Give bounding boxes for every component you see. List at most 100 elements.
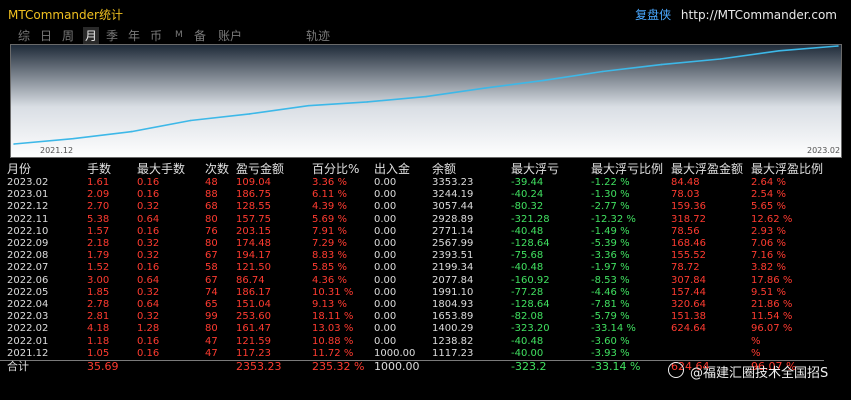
- cell-month: 2022.06: [7, 274, 49, 286]
- cell-trades: 99: [205, 311, 218, 323]
- cell-max-lots: 1.28: [137, 323, 160, 335]
- column-header-balance[interactable]: 余额: [425, 160, 504, 177]
- table-row[interactable]: 2021.12 1.05 0.16 47 117.23 11.72 % 1000.00 111…: [0, 348, 824, 361]
- table-row[interactable]: 2022.04 2.78 0.64 65 151.04 9.13 % 0.00 1804.93…: [0, 299, 824, 311]
- tab-day[interactable]: 日: [40, 27, 52, 44]
- table-row[interactable]: 2022.07 1.52 0.16 58 121.50 5.85 % 0.00 2199.34…: [0, 262, 824, 274]
- balance-chart-svg: 2021.12 2023.02: [10, 44, 842, 158]
- weibo-logo-icon: [668, 362, 684, 378]
- cell-max-float-profit-pct: 3.82 %: [751, 262, 786, 274]
- cell-max-lots: 0.16: [137, 335, 160, 347]
- column-header-max-drawdown[interactable]: 最大浮亏: [504, 160, 584, 177]
- cell-max-float-profit-pct: 2.54 %: [751, 189, 786, 201]
- cell-percent: 7.91 %: [312, 225, 347, 237]
- cell-deposit: 0.00: [374, 311, 397, 323]
- column-header-deposit[interactable]: 出入金: [367, 160, 425, 177]
- cell-max-drawdown-pct: -3.36 %: [591, 250, 630, 262]
- balance-point: [542, 79, 545, 82]
- brand[interactable]: 复盘侠 http://MTCommander.com: [635, 6, 837, 23]
- tab-currency[interactable]: 币: [150, 27, 162, 44]
- app-title: MTCommander统计: [8, 8, 123, 22]
- column-header-month[interactable]: 月份: [0, 160, 80, 177]
- table-row[interactable]: 2022.03 2.81 0.32 99 253.60 18.11 % 0.00 1653.8…: [0, 311, 824, 323]
- cell-max-float-profit-pct: 2.93 %: [751, 225, 786, 237]
- cell-max-lots: 0.16: [137, 225, 160, 237]
- cell-profit: 121.50: [236, 262, 272, 274]
- cell-max-float-profit-pct: %: [751, 335, 761, 347]
- cell-month: 2022.01: [7, 335, 49, 347]
- cell-max-drawdown: -80.32: [511, 201, 544, 213]
- column-header-lots[interactable]: 手数: [80, 160, 130, 177]
- cell-trades: 67: [205, 250, 218, 262]
- cell-lots: 1.57: [87, 225, 110, 237]
- cell-max-lots: 0.64: [137, 213, 160, 225]
- column-header-max-drawdown-pct[interactable]: 最大浮亏比例: [584, 160, 664, 177]
- cell-percent: 11.72 %: [312, 347, 354, 359]
- cell-balance: 3057.44: [432, 201, 474, 213]
- table-row[interactable]: 2023.02 1.61 0.16 48 109.04 3.36 % 0.00 3353.23…: [0, 177, 824, 189]
- table-row[interactable]: 2022.10 1.57 0.16 76 203.15 7.91 % 0.00 2771.14…: [0, 226, 824, 238]
- cell-lots: 2.78: [87, 298, 110, 310]
- cell-lots: 4.18: [87, 323, 110, 335]
- total-lots: 35.69: [80, 359, 130, 373]
- balance-point: [307, 104, 310, 107]
- cell-trades: 80: [205, 323, 218, 335]
- column-header-max-float-profit[interactable]: 最大浮盈金额: [664, 160, 744, 177]
- cell-profit: 151.04: [236, 298, 272, 310]
- tab-notes[interactable]: 备: [194, 27, 206, 44]
- cell-month: 2022.11: [7, 213, 49, 225]
- table-row[interactable]: 2022.08 1.79 0.32 67 194.17 8.83 % 0.00 2393.51…: [0, 250, 824, 262]
- tab-year[interactable]: 年: [128, 27, 140, 44]
- cell-max-float-profit: 318.72: [671, 213, 707, 225]
- cell-month: 2023.01: [7, 189, 49, 201]
- cell-max-lots: 0.32: [137, 201, 160, 213]
- tab-month[interactable]: 月: [83, 27, 100, 44]
- table-row[interactable]: 2023.01 2.09 0.16 88 186.75 6.11 % 0.00 3244.19…: [0, 189, 824, 201]
- table-row[interactable]: 2022.09 2.18 0.32 80 174.48 7.29 % 0.00 2567.99…: [0, 238, 824, 250]
- column-header-profit[interactable]: 盈亏金额: [229, 160, 305, 177]
- cell-profit: 109.04: [236, 177, 272, 189]
- tab-m[interactable]: M: [175, 30, 183, 40]
- table-row[interactable]: 2022.01 1.18 0.16 47 121.59 10.88 % 0.00 1238.8…: [0, 335, 824, 347]
- cell-deposit: 0.00: [374, 286, 397, 298]
- table-header-row: 月份 手数 最大手数 次数 盈亏金额 百分比% 出入金 余额 最大浮亏 最大浮亏比例 最大浮盈金额最…: [0, 160, 824, 177]
- cell-trades: 47: [205, 347, 218, 359]
- cell-lots: 1.18: [87, 335, 110, 347]
- cell-month: 2022.03: [7, 311, 49, 323]
- column-header-max-lots[interactable]: 最大手数: [130, 160, 198, 177]
- cell-max-float-profit-pct: 9.51 %: [751, 286, 786, 298]
- cell-profit: 128.55: [236, 201, 272, 213]
- table-row[interactable]: 2022.12 2.70 0.32 68 128.55 4.39 % 0.00 3057.44…: [0, 201, 824, 213]
- cell-max-drawdown: -82.08: [511, 311, 544, 323]
- tab-week[interactable]: 周: [62, 27, 74, 44]
- cell-balance: 2077.84: [432, 274, 474, 286]
- column-header-max-float-profit-pct[interactable]: 最大浮盈比例: [744, 160, 824, 177]
- cell-deposit: 0.00: [374, 238, 397, 250]
- cell-max-drawdown-pct: -1.30 %: [591, 189, 630, 201]
- tab-comprehensive[interactable]: 综: [18, 27, 30, 44]
- tab-quarter[interactable]: 季: [106, 27, 118, 44]
- cell-max-float-profit-pct: 17.86 %: [751, 274, 793, 286]
- column-header-percent[interactable]: 百分比%: [305, 160, 367, 177]
- cell-trades: 58: [205, 262, 218, 274]
- cell-max-lots: 0.32: [137, 286, 160, 298]
- brand-name[interactable]: 复盘侠: [635, 8, 671, 22]
- cell-max-drawdown-pct: -12.32 %: [591, 213, 636, 225]
- cell-max-drawdown-pct: -1.49 %: [591, 225, 630, 237]
- column-header-trades[interactable]: 次数: [198, 160, 229, 177]
- total-trades: [198, 359, 230, 373]
- cell-trades: 76: [205, 225, 218, 237]
- tab-account[interactable]: 账户: [218, 27, 242, 44]
- table-row[interactable]: 2022.11 5.38 0.64 80 157.75 5.69 % 0.00 2928.89…: [0, 214, 824, 226]
- table-row[interactable]: 2022.06 3.00 0.64 67 86.74 4.36 % 0.00 2077.84 -…: [0, 275, 824, 287]
- table-row[interactable]: 2022.05 1.85 0.32 74 186.17 10.31 % 0.00 1991.1…: [0, 287, 824, 299]
- table-row[interactable]: 2022.02 4.18 1.28 80 161.47 13.03 % 0.00 1400.2…: [0, 323, 824, 335]
- cell-max-drawdown: -39.44: [511, 177, 544, 189]
- brand-url-link[interactable]: http://MTCommander.com: [681, 8, 837, 22]
- tab-trajectory[interactable]: 轨迹: [306, 27, 330, 44]
- cell-max-lots: 0.32: [137, 238, 160, 250]
- cell-profit: 186.75: [236, 189, 272, 201]
- balance-point: [13, 143, 15, 145]
- cell-month: 2022.07: [7, 262, 49, 274]
- cell-trades: 88: [205, 189, 218, 201]
